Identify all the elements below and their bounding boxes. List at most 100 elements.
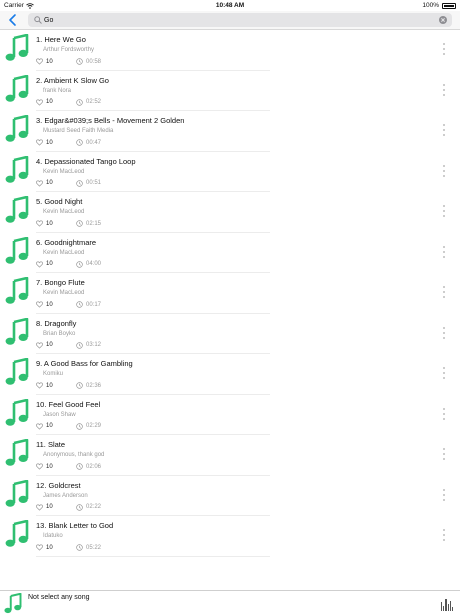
song-row[interactable]: 11. Slate Anonymous, thank god 10 02:06 <box>0 435 460 476</box>
song-title: 3. Edgar&#039;s Bells - Movement 2 Golde… <box>36 116 185 125</box>
more-options-button[interactable] <box>441 42 447 56</box>
music-note-icon <box>5 439 29 466</box>
song-likes: 10 <box>36 382 53 389</box>
chevron-left-icon <box>9 14 16 26</box>
more-options-button[interactable] <box>441 123 447 137</box>
more-options-button[interactable] <box>441 164 447 178</box>
music-note-icon <box>5 236 29 264</box>
clock-icon <box>76 341 83 349</box>
song-duration: 02:22 <box>76 503 102 511</box>
mini-player-bar[interactable]: Not select any song <box>0 590 460 614</box>
clock-icon <box>76 139 83 146</box>
status-bar: Carrier 10:48 AM 100% <box>0 0 460 11</box>
heart-icon <box>36 544 43 551</box>
more-options-button[interactable] <box>441 366 447 380</box>
likes-count: 10 <box>46 301 53 308</box>
close-icon <box>441 18 445 22</box>
more-options-button[interactable] <box>441 326 447 340</box>
song-duration: 02:52 <box>76 98 102 106</box>
song-row[interactable]: 9. A Good Bass for Gambling Komiku 10 02… <box>0 354 460 395</box>
song-artist: Arthur Fordsworthy <box>43 47 95 53</box>
song-row[interactable]: 7. Bongo Flute Kevin MacLeod 10 00:17 <box>0 273 460 314</box>
song-artist: Komiku <box>43 371 64 377</box>
more-options-button[interactable] <box>441 447 447 461</box>
song-likes: 10 <box>36 463 53 470</box>
duration-value: 04:00 <box>86 261 102 267</box>
song-row[interactable]: 1. Here We Go Arthur Fordsworthy 10 00:5… <box>0 30 460 71</box>
clock-icon <box>76 98 83 106</box>
song-duration: 00:17 <box>76 301 101 308</box>
likes-count: 10 <box>46 261 53 267</box>
song-likes: 10 <box>36 98 53 106</box>
song-duration: 04:00 <box>76 260 102 268</box>
duration-value: 02:52 <box>86 99 102 105</box>
more-options-button[interactable] <box>441 204 447 218</box>
song-likes: 10 <box>36 301 53 308</box>
song-row[interactable]: 10. Feel Good Feel Jason Shaw 10 02:29 <box>0 395 460 435</box>
song-row[interactable]: 12. Goldcrest James Anderson 10 02:22 <box>0 476 460 516</box>
song-row[interactable]: 8. Dragonfly Brian Boyko 10 03:12 <box>0 314 460 354</box>
equalizer-icon[interactable] <box>441 597 454 611</box>
song-row[interactable]: 5. Good Night Kevin MacLeod 10 02:15 <box>0 192 460 233</box>
more-options-button[interactable] <box>441 245 447 259</box>
song-title: 11. Slate <box>36 440 66 449</box>
song-artist: Idatuko <box>43 533 63 539</box>
music-note-icon <box>5 155 29 183</box>
duration-value: 00:17 <box>86 301 102 308</box>
song-likes: 10 <box>36 544 53 551</box>
song-row[interactable]: 4. Depassionated Tango Loop Kevin MacLeo… <box>0 152 460 192</box>
more-options-button[interactable] <box>441 83 447 97</box>
song-likes: 10 <box>36 220 53 227</box>
song-row[interactable]: 13. Blank Letter to God Idatuko 10 05:22 <box>0 516 460 557</box>
likes-count: 10 <box>46 180 53 186</box>
likes-count: 10 <box>46 382 53 389</box>
duration-value: 00:47 <box>86 139 102 146</box>
back-button[interactable] <box>6 13 20 27</box>
song-duration: 02:06 <box>76 463 101 470</box>
song-row[interactable]: 2. Ambient K Slow Go frank Nora 10 02:52 <box>0 71 460 111</box>
heart-icon <box>36 179 43 187</box>
music-note-icon <box>5 74 29 102</box>
duration-value: 00:51 <box>86 180 102 186</box>
song-row[interactable]: 3. Edgar&#039;s Bells - Movement 2 Golde… <box>0 111 460 152</box>
now-playing-label: Not select any song <box>28 594 90 601</box>
song-artist: Kevin MacLeod <box>43 168 85 175</box>
clock-icon <box>76 179 83 187</box>
song-likes: 10 <box>36 58 53 65</box>
clock-icon <box>76 503 83 511</box>
battery-indicator: 100% <box>422 2 456 9</box>
heart-icon <box>36 463 43 470</box>
music-note-icon <box>5 398 29 426</box>
heart-icon <box>36 503 43 511</box>
song-title: 13. Blank Letter to God <box>36 521 114 530</box>
song-duration: 02:29 <box>76 422 101 430</box>
duration-value: 02:15 <box>86 220 102 227</box>
more-options-button[interactable] <box>441 285 447 299</box>
song-duration: 02:36 <box>76 382 101 389</box>
song-title: 5. Good Night <box>36 197 83 206</box>
song-row[interactable]: 6. Goodnightmare Kevin MacLeod 10 04:00 <box>0 233 460 273</box>
clock-icon <box>76 544 83 551</box>
song-likes: 10 <box>36 503 53 511</box>
clock-icon <box>76 260 83 268</box>
song-duration: 00:58 <box>76 58 101 65</box>
music-note-icon <box>5 196 29 223</box>
more-options-button[interactable] <box>441 407 447 421</box>
likes-count: 10 <box>46 423 53 429</box>
duration-value: 02:36 <box>86 382 102 389</box>
heart-icon <box>36 301 43 308</box>
more-options-button[interactable] <box>441 488 447 502</box>
song-duration: 02:15 <box>76 220 101 227</box>
likes-count: 10 <box>46 504 53 510</box>
heart-icon <box>36 98 43 106</box>
duration-value: 02:06 <box>86 463 102 470</box>
song-artist: Kevin MacLeod <box>43 209 85 215</box>
music-note-icon <box>4 593 22 614</box>
more-options-button[interactable] <box>441 528 447 542</box>
duration-value: 02:22 <box>86 504 102 510</box>
search-field[interactable] <box>28 13 452 27</box>
clear-search-button[interactable] <box>439 16 447 24</box>
song-likes: 10 <box>36 341 53 349</box>
search-input[interactable] <box>44 14 424 26</box>
duration-value: 00:58 <box>86 58 102 65</box>
